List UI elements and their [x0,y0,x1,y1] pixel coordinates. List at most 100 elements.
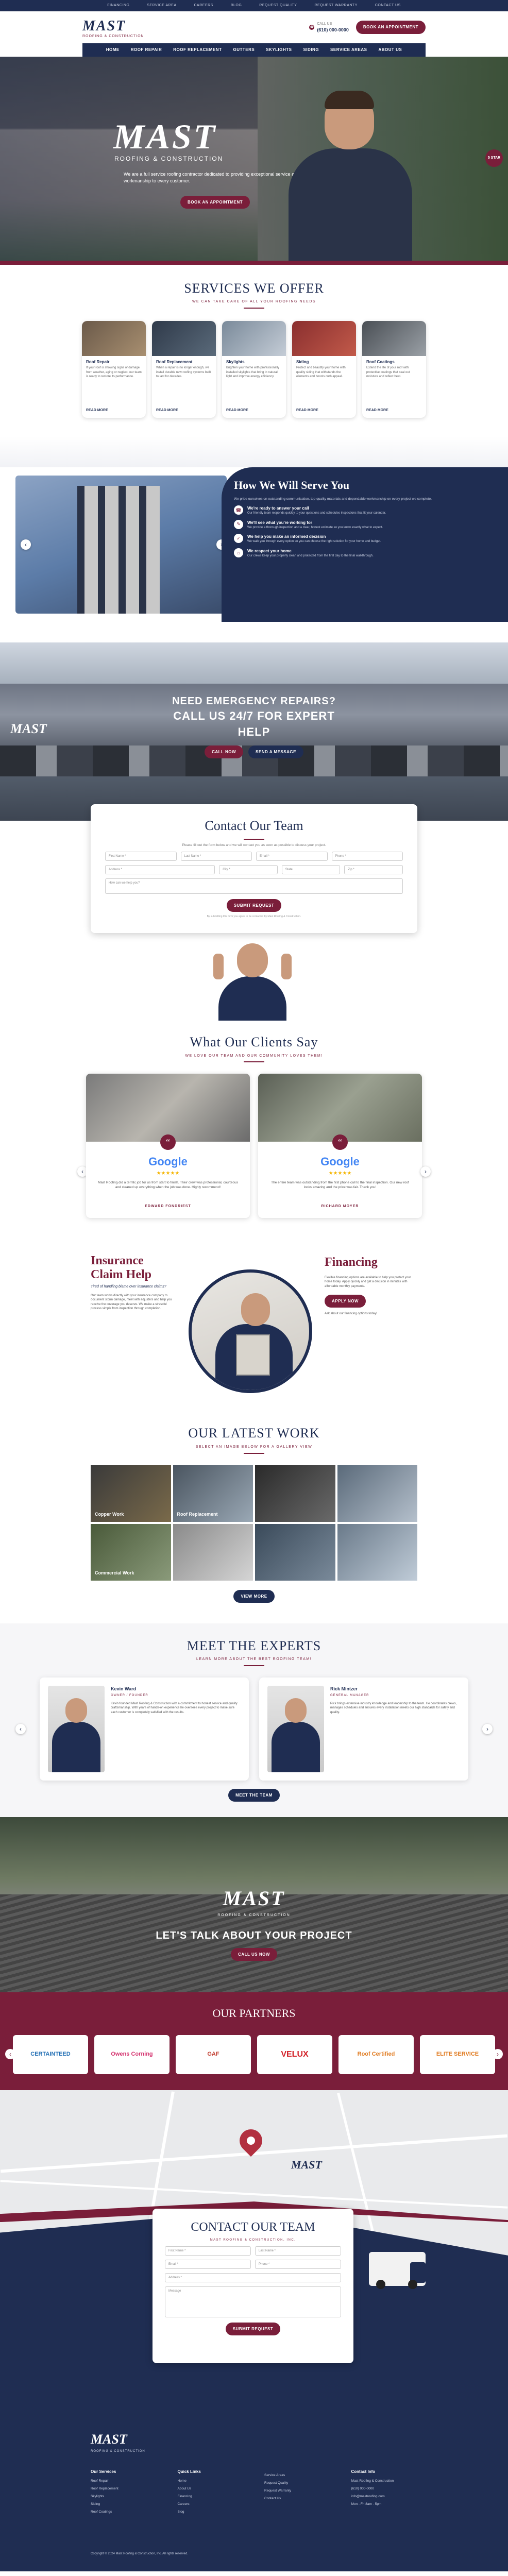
last-name-field[interactable]: Last Name * [180,851,252,861]
phone-icon: ☎ [234,505,243,515]
header-cta-button[interactable]: BOOK AN APPOINTMENT [355,21,426,34]
phone-field[interactable]: Phone * [331,851,403,861]
nav-roof-repair[interactable]: ROOF REPAIR [131,47,162,53]
phone-field[interactable]: Phone * [255,2260,341,2269]
address-field[interactable]: Address * [105,865,215,874]
serve-item: ✎ We'll see what you're working for We pr… [234,519,496,530]
service-card[interactable]: Roof Replacement When a repair is no lon… [152,321,216,418]
contact2-subtitle: MAST ROOFING & CONSTRUCTION, INC. [210,2238,296,2242]
topbar-link-financing[interactable]: FINANCING [107,3,129,8]
topbar-link-service-area[interactable]: SERVICE AREA [147,3,176,8]
contact2-submit-button[interactable]: SUBMIT REQUEST [225,2323,281,2336]
meet-team-button[interactable]: MEET THE TEAM [228,1788,280,1802]
state-field[interactable]: State [281,865,341,874]
emergency-message-button[interactable]: SEND A MESSAGE [248,745,303,758]
apply-now-button[interactable]: APPLY NOW [325,1295,366,1308]
view-more-button[interactable]: VIEW MORE [233,1589,275,1603]
prev-arrow-icon[interactable]: ‹ [5,2049,15,2060]
hero-book-button[interactable]: BOOK AN APPOINTMENT [180,196,250,209]
nav-gutters[interactable]: GUTTERS [233,47,255,53]
message-field[interactable]: Message [165,2286,341,2318]
footer-phone[interactable]: (610) 000-0000 [351,2486,418,2491]
read-more-link[interactable]: READ MORE [82,405,146,416]
footer-link[interactable]: Roof Repair [91,2479,157,2483]
nav-siding[interactable]: SIDING [303,47,319,53]
gallery-item[interactable] [173,1523,253,1581]
gallery-item[interactable] [337,1523,417,1581]
footer-logo[interactable]: MAST [91,2430,417,2449]
talk-call-button[interactable]: CALL US NOW [231,1947,277,1961]
gallery-item[interactable] [255,1465,335,1522]
reviews-section: What Our Clients Say WE LOVE OUR TEAM AN… [0,1021,508,1233]
zip-field[interactable]: Zip * [344,865,403,874]
thumbs-up-person-image [211,938,294,1021]
footer-link[interactable]: Careers [178,2502,244,2506]
footer-link[interactable]: Request Quality [264,2481,331,2485]
hero-buttons: BOOK AN APPOINTMENT [180,196,250,209]
topbar-link-careers[interactable]: CAREERS [194,3,213,8]
hero-person-image [283,91,417,261]
serve-photo [15,476,227,614]
footer-link[interactable]: Blog [178,2510,244,2514]
nav-about-us[interactable]: ABOUT US [378,47,402,53]
footer-link[interactable]: About Us [178,2486,244,2491]
topbar-link-blog[interactable]: BLOG [231,3,242,8]
services-subtitle: WE CAN TAKE CARE OF ALL YOUR ROOFING NEE… [192,300,316,304]
read-more-link[interactable]: READ MORE [222,405,286,416]
topbar-link-quality[interactable]: REQUEST QUALITY [259,3,297,8]
gallery-item[interactable]: Roof Replacement [173,1465,253,1522]
footer-link[interactable]: Home [178,2479,244,2483]
phone-number: (610) 000-0000 [317,27,349,32]
serve-item: ✓ We help you make an informed decision W… [234,534,496,544]
read-more-link[interactable]: READ MORE [362,405,426,416]
footer-link[interactable]: Skylights [91,2494,157,2499]
gallery-item[interactable] [255,1523,335,1581]
next-arrow-icon[interactable]: › [482,1723,493,1734]
message-field[interactable]: How can we help you? [105,878,403,894]
nav-roof-replacement[interactable]: ROOF REPLACEMENT [173,47,222,53]
nav-skylights[interactable]: SKYLIGHTS [266,47,292,53]
service-cards: Roof Repair If your roof is showing sign… [0,321,508,418]
topbar-link-contact[interactable]: CONTACT US [375,3,401,8]
header-phone[interactable]: ☎ CALL US (610) 000-0000 [309,22,349,33]
nav-home[interactable]: HOME [106,47,120,53]
footer-link[interactable]: Contact Us [264,2496,331,2501]
service-card[interactable]: Siding Protect and beautify your home wi… [292,321,356,418]
contact-submit-button[interactable]: SUBMIT REQUEST [226,899,282,912]
city-field[interactable]: City * [219,865,278,874]
address-field[interactable]: Address * [165,2273,341,2283]
gallery-item[interactable]: Copper Work [91,1465,171,1522]
first-name-field[interactable]: First Name * [165,2246,251,2256]
truck-image [369,2252,426,2290]
service-card[interactable]: Roof Coatings Extend the life of your ro… [362,321,426,418]
topbar-link-warranty[interactable]: REQUEST WARRANTY [314,3,357,8]
service-card[interactable]: Roof Repair If your roof is showing sign… [82,321,146,418]
footer-link[interactable]: Service Areas [264,2473,331,2478]
service-title: Roof Coatings [366,360,395,365]
footer-link[interactable]: Roof Replacement [91,2486,157,2491]
nav-service-areas[interactable]: SERVICE AREAS [330,47,367,53]
insurance-person-image [189,1269,312,1394]
gallery-item[interactable]: Commercial Work [91,1523,171,1581]
emergency-box: NEED EMERGENCY REPAIRS? CALL US 24/7 FOR… [170,694,338,758]
site-logo[interactable]: MAST ROOFING & CONSTRUCTION [82,16,144,39]
footer-link[interactable]: Siding [91,2502,157,2506]
first-name-field[interactable]: First Name * [105,851,177,861]
email-field[interactable]: Email * [256,851,328,861]
read-more-link[interactable]: READ MORE [152,405,216,416]
gallery-item[interactable] [337,1465,417,1522]
service-card[interactable]: Skylights Brighten your home with profes… [222,321,286,418]
footer-link[interactable]: Roof Coatings [91,2510,157,2514]
service-desc: If your roof is showing signs of damage … [86,366,142,379]
read-more-link[interactable]: READ MORE [292,405,356,416]
footer-email[interactable]: info@mastroofing.com [351,2494,418,2499]
footer-link[interactable]: Request Warranty [264,2488,331,2493]
talk-logo-sub: ROOFING & CONSTRUCTION [217,1913,291,1918]
footer-link[interactable]: Financing [178,2494,244,2499]
next-arrow-icon[interactable]: › [493,2049,503,2060]
email-field[interactable]: Email * [165,2260,251,2269]
emergency-call-button[interactable]: CALL NOW [205,745,244,758]
next-arrow-icon[interactable]: › [420,1166,431,1177]
prev-arrow-icon[interactable]: ‹ [15,1723,26,1734]
last-name-field[interactable]: Last Name * [255,2246,341,2256]
